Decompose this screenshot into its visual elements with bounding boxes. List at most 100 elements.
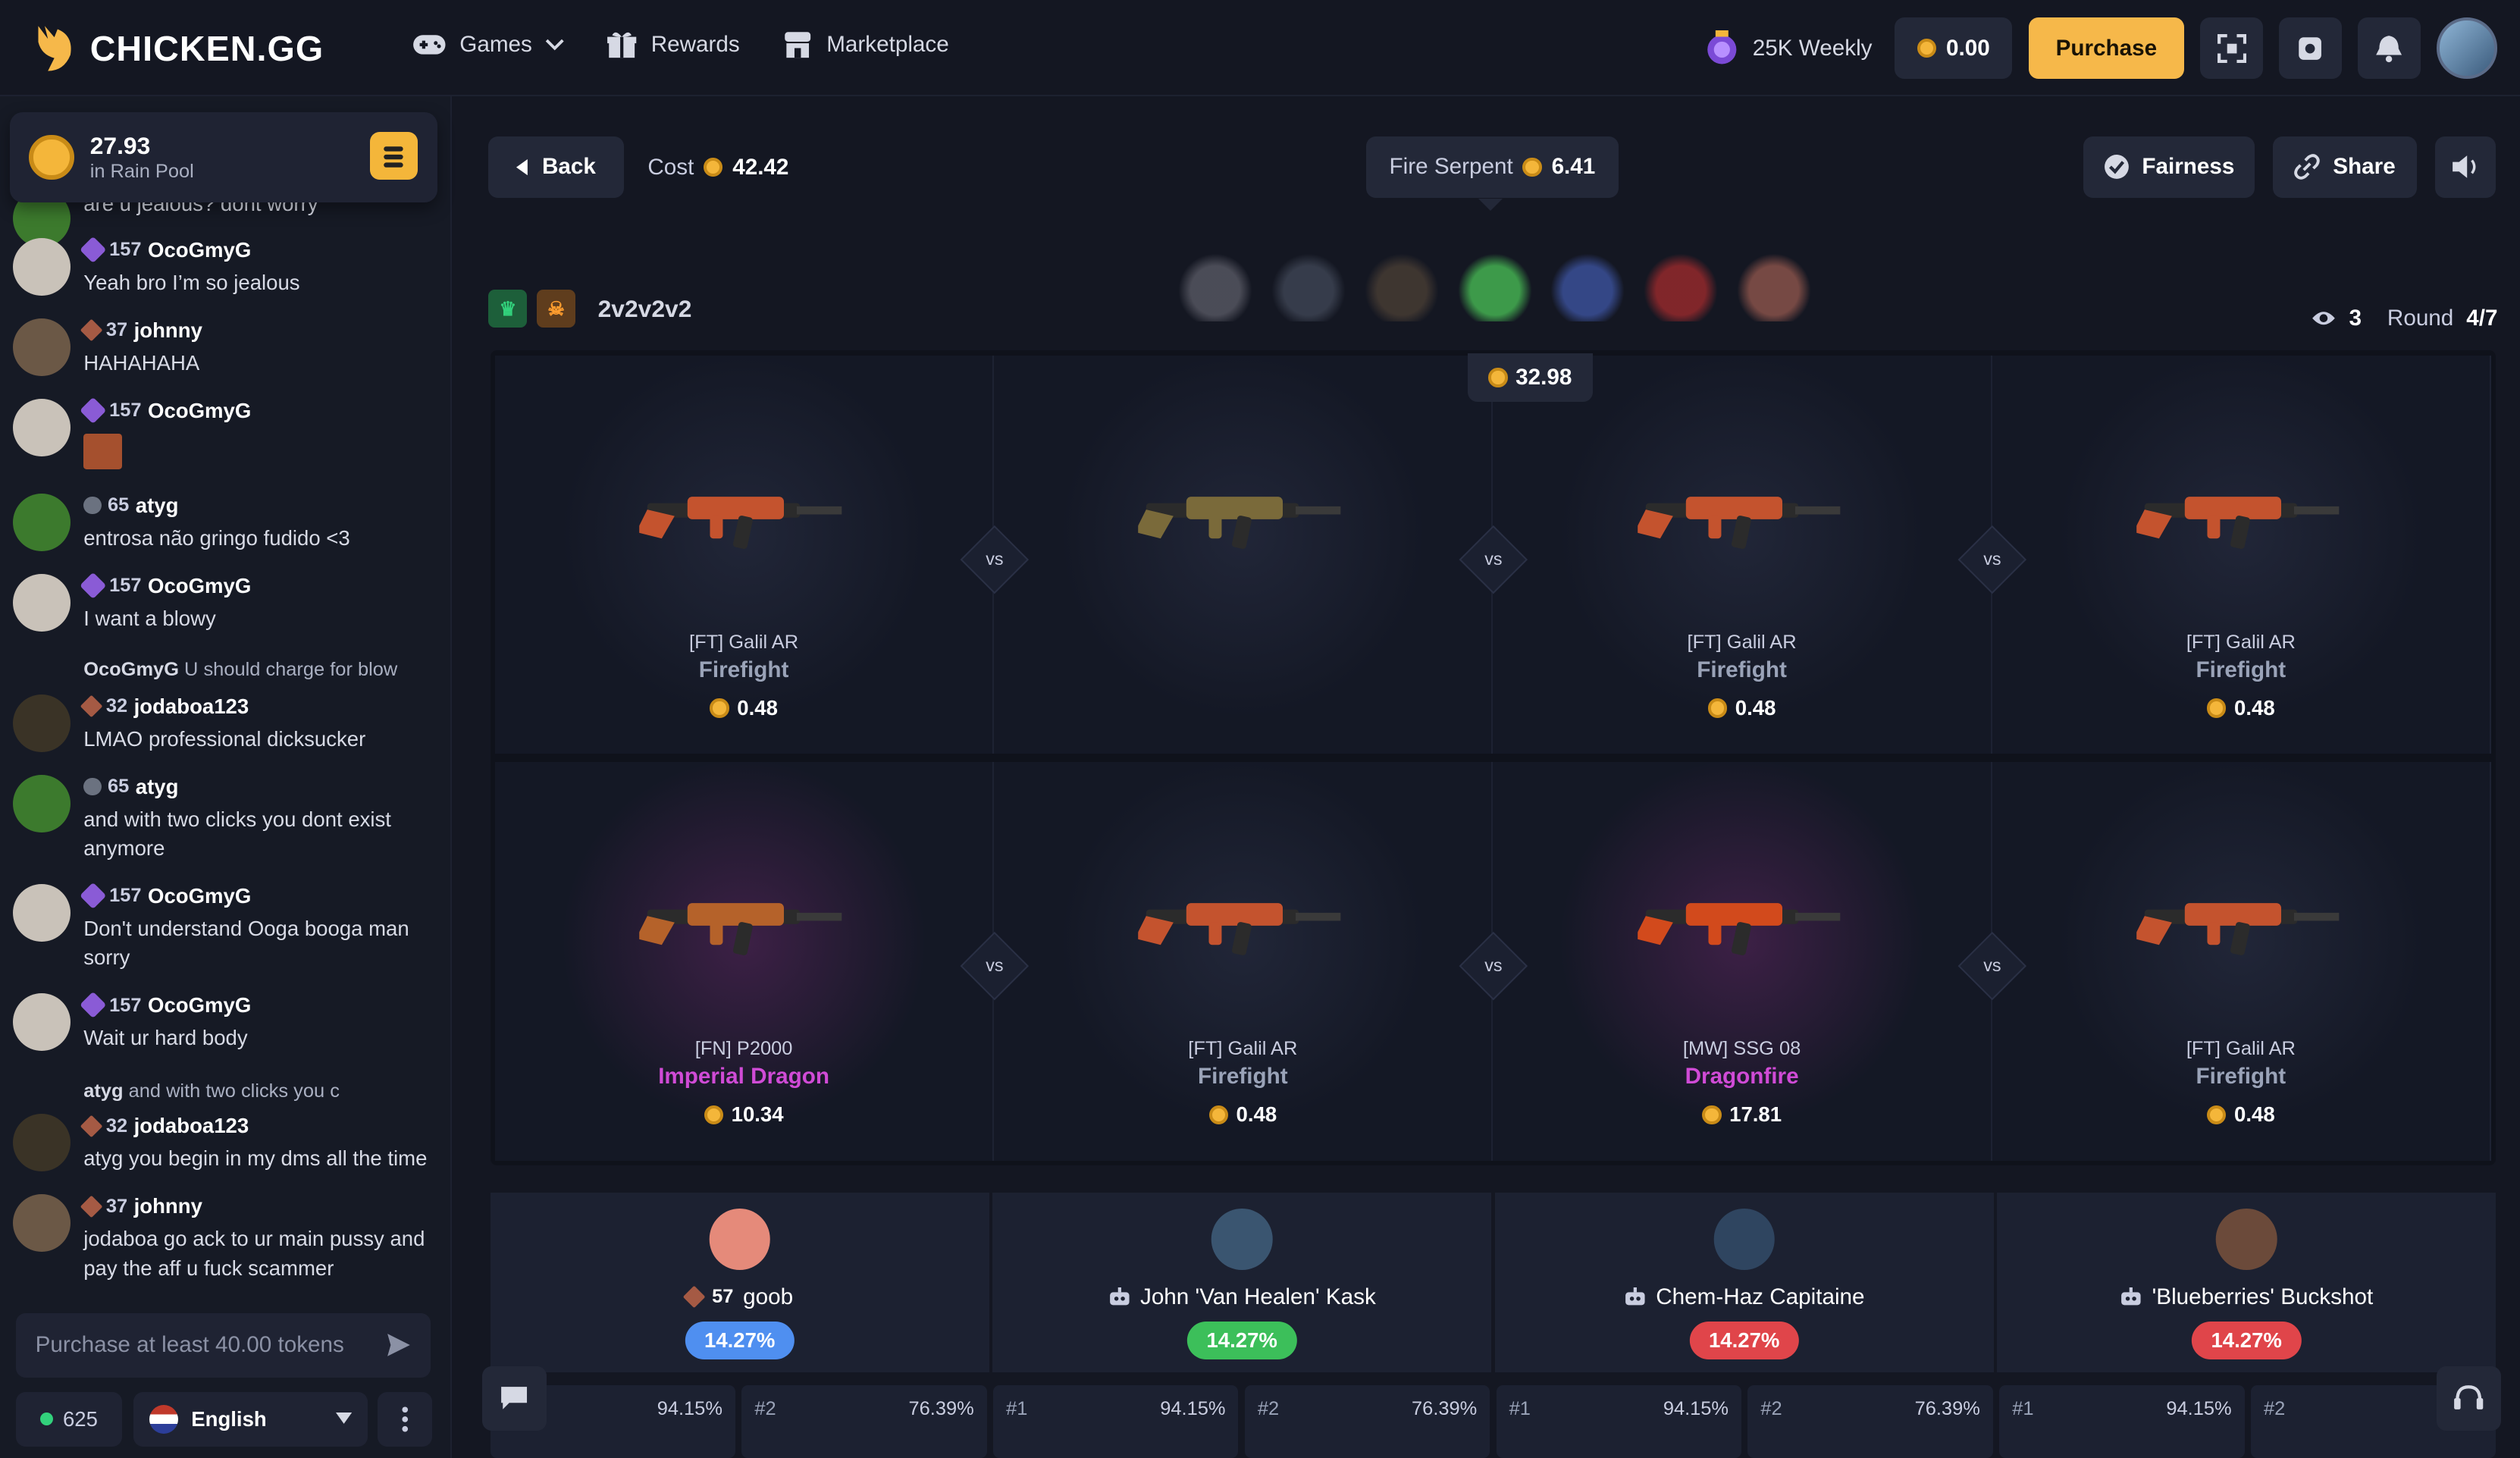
chat-user[interactable]: 37 johnny — [80, 1194, 202, 1218]
rain-pool[interactable]: 27.93 in Rain Pool — [9, 112, 437, 203]
rank-label: #2 — [2263, 1398, 2286, 1420]
chat-avatar[interactable] — [12, 774, 71, 833]
check-circle-icon — [2104, 155, 2129, 180]
item-price: 0.48 — [994, 1102, 1491, 1127]
case-thumbnail[interactable] — [1547, 244, 1628, 321]
round-total-value: 32.98 — [1515, 365, 1572, 390]
cost-label: Cost — [647, 154, 694, 180]
chat-user[interactable]: 32 jodaboa123 — [80, 1114, 249, 1138]
coin-icon — [1707, 698, 1728, 718]
chat-avatar[interactable] — [12, 1194, 71, 1253]
chat-user[interactable]: 157 OcoGmyG — [79, 882, 251, 910]
support-button[interactable] — [2436, 1366, 2501, 1431]
chat-level: 157 — [109, 239, 142, 261]
weapon-image — [639, 497, 842, 549]
chat-user[interactable]: 157 OcoGmyG — [79, 992, 251, 1020]
online-count: 625 — [16, 1391, 123, 1447]
chat-avatar[interactable] — [12, 883, 71, 942]
case-thumbnail[interactable] — [1268, 244, 1349, 321]
chat-user[interactable]: 37 johnny — [80, 318, 202, 343]
player-avatar[interactable] — [2215, 1209, 2277, 1270]
case-thumbnail[interactable] — [1734, 244, 1815, 321]
nav-rewards[interactable]: Rewards — [606, 29, 740, 61]
top-bar: CHICKEN.GG Games Rewards Marketplace 25K… — [0, 0, 2520, 97]
user-avatar[interactable] — [2436, 17, 2498, 79]
logo[interactable]: CHICKEN.GG — [32, 23, 324, 74]
battle-cost: Cost 42.42 — [647, 155, 788, 180]
chat-avatar[interactable] — [12, 573, 71, 632]
caret-down-icon — [336, 1413, 353, 1425]
language-select[interactable]: English — [133, 1391, 368, 1447]
item-cell[interactable]: [FT] Galil AR Firefight 0.48 — [1992, 761, 2491, 1161]
chat-avatar[interactable] — [12, 493, 71, 552]
eye-icon — [2312, 312, 2335, 325]
case-thumbnail[interactable] — [1361, 244, 1442, 321]
level-badge-icon — [80, 1195, 103, 1218]
item-cell[interactable]: vs — [994, 355, 1528, 754]
chat-username: johnny — [133, 318, 202, 342]
chat-avatar[interactable] — [12, 993, 71, 1052]
chat-level: 37 — [105, 319, 128, 341]
case-thumbnail[interactable] — [1454, 244, 1535, 321]
player-avatar[interactable] — [1713, 1209, 1775, 1270]
player-card[interactable]: 'Blueberries' Buckshot 14.27% — [1997, 1193, 2496, 1373]
chat-user[interactable]: 32 jodaboa123 — [80, 695, 249, 719]
player-avatar[interactable] — [709, 1209, 770, 1270]
chat-user[interactable]: 157 OcoGmyG — [79, 572, 251, 600]
chat-sidebar: 27.93 in Rain Pool are u jealous? dont w… — [0, 96, 452, 1458]
fairness-button[interactable]: Fairness — [2083, 136, 2255, 198]
chat-avatar[interactable] — [12, 318, 71, 377]
coin-stack-button[interactable] — [369, 131, 418, 180]
chat-user[interactable]: 157 OcoGmyG — [79, 236, 251, 264]
chat-user[interactable]: 65 atyg — [83, 494, 178, 518]
chat-input[interactable]: Purchase at least 40.00 tokens — [16, 1313, 431, 1378]
item-cell[interactable]: [FT] Galil AR Firefight 0.48 vs — [1493, 355, 2026, 754]
player-card[interactable]: 57 goob 14.27% — [490, 1193, 989, 1373]
player-card[interactable]: John 'Van Healen' Kask 14.27% — [992, 1193, 1492, 1373]
share-button[interactable]: Share — [2272, 136, 2418, 198]
nav-marketplace[interactable]: Marketplace — [782, 29, 949, 61]
balance-display[interactable]: 0.00 — [1895, 17, 2013, 79]
fullscreen-button[interactable] — [2200, 17, 2264, 79]
nav-games[interactable]: Games — [412, 29, 565, 61]
chat-messages: are u jealous? dont worry 157 OcoGmyG Ye… — [0, 193, 452, 1302]
chat-avatar[interactable] — [12, 1114, 71, 1172]
chat-user[interactable]: 65 atyg — [83, 775, 178, 799]
more-button[interactable] — [378, 1391, 433, 1447]
weekly-race[interactable]: 25K Weekly — [1704, 30, 1873, 66]
back-button[interactable]: Back — [488, 136, 624, 198]
rank-percent: 94.15% — [2166, 1398, 2232, 1420]
item-cell[interactable]: [FT] Galil AR Firefight 0.48 — [1992, 355, 2491, 754]
item-price-value: 17.81 — [1729, 1102, 1782, 1127]
chat-avatar[interactable] — [12, 694, 71, 753]
notifications-button[interactable] — [2358, 17, 2421, 79]
player-avatar[interactable] — [1211, 1209, 1273, 1270]
player-card[interactable]: Chem-Haz Capitaine 14.27% — [1494, 1193, 1994, 1373]
chat-reply-quote[interactable]: OcoGmyG U should charge for blow — [83, 659, 437, 681]
chat-text: and with two clicks you dont exist anymo… — [83, 807, 391, 861]
chat-username: jodaboa123 — [133, 1114, 249, 1138]
item-ranking-row: 94.15% #2 76.39% #1 94.15% #2 76.39% #1 94.15% #2… — [490, 1385, 2496, 1458]
level-badge-icon — [80, 695, 103, 718]
case-thumbnail[interactable] — [1641, 244, 1722, 321]
item-cell[interactable]: [FN] P2000 Imperial Dragon 10.34 vs — [494, 761, 1029, 1161]
chevron-down-icon — [545, 39, 564, 51]
chat-toggle-button[interactable] — [481, 1366, 547, 1431]
case-thumbnail[interactable] — [1174, 244, 1255, 321]
rank-percent: 76.39% — [908, 1398, 974, 1420]
purchase-button[interactable]: Purchase — [2028, 17, 2185, 79]
level-badge-icon — [79, 572, 107, 600]
item-cell[interactable]: [FT] Galil AR Firefight 0.48 vs — [994, 761, 1528, 1161]
chat-avatar[interactable] — [12, 398, 71, 457]
chat-reply-quote[interactable]: atyg and with two clicks you c — [83, 1080, 437, 1102]
chat-avatar[interactable] — [12, 237, 71, 296]
send-icon[interactable] — [386, 1332, 412, 1358]
sound-button[interactable] — [2434, 136, 2496, 198]
chat-text: LMAO professional dicksucker — [83, 727, 366, 751]
item-cell[interactable]: [MW] SSG 08 Dragonfire 17.81 vs — [1493, 761, 2026, 1161]
settings-button[interactable] — [2279, 17, 2342, 79]
item-cell[interactable]: [FT] Galil AR Firefight 0.48 vs — [494, 355, 1029, 754]
rain-label: in Rain Pool — [89, 160, 194, 182]
main-nav: Games Rewards Marketplace — [412, 29, 949, 61]
chat-user[interactable]: 157 OcoGmyG — [79, 397, 251, 425]
